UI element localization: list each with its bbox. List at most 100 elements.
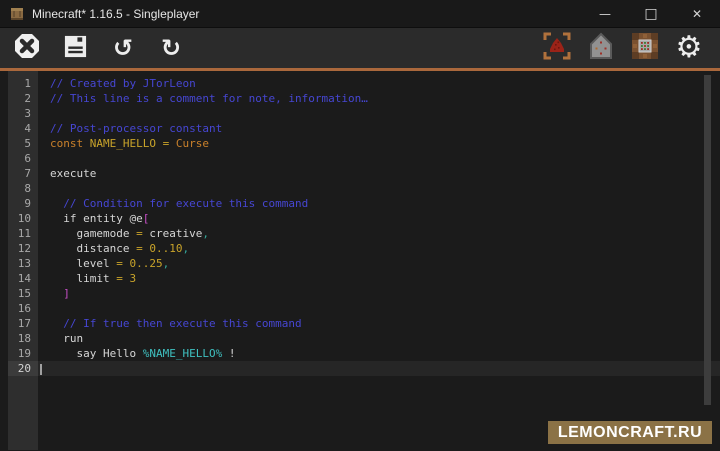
code-token-bracket: [ — [143, 212, 150, 225]
code-line[interactable] — [38, 151, 720, 166]
code-token-number: 0..25 — [129, 257, 162, 270]
line-number: 7 — [8, 166, 38, 181]
line-number: 2 — [8, 91, 38, 106]
code-token-plain — [156, 137, 163, 150]
code-line[interactable] — [38, 106, 720, 121]
line-number: 18 — [8, 331, 38, 346]
code-token-number: 3 — [129, 272, 136, 285]
code-token-operator: = — [116, 272, 123, 285]
save-button[interactable] — [60, 33, 90, 63]
code-token-plain: limit — [50, 272, 116, 285]
undo-button[interactable]: ↺ — [108, 33, 138, 63]
window-title: Minecraft* 1.16.5 - Singleplayer — [32, 7, 199, 21]
code-token-plain: creative — [143, 227, 203, 240]
code-line[interactable]: // This line is a comment for note, info… — [38, 91, 720, 106]
code-lines[interactable]: // Created by JTorLeon // This line is a … — [38, 71, 720, 450]
watermark: LEMONCRAFT.RU — [548, 421, 712, 444]
line-number: 14 — [8, 271, 38, 286]
code-token-plain: if entity @e — [50, 212, 143, 225]
code-token-plain — [50, 197, 63, 210]
code-line[interactable] — [38, 181, 720, 196]
code-token-operator: = — [116, 257, 123, 270]
code-line[interactable]: run — [38, 331, 720, 346]
redo-icon: ↻ — [161, 36, 181, 60]
line-number: 1 — [8, 76, 38, 91]
code-token-plain: say Hello — [50, 347, 143, 360]
code-token-variable: %NAME_HELLO% — [143, 347, 222, 360]
code-token-comment: // Condition for execute this command — [63, 197, 308, 210]
code-token-keyword: const — [50, 137, 90, 150]
undo-icon: ↺ — [113, 36, 133, 60]
line-number: 16 — [8, 301, 38, 316]
code-line[interactable]: distance = 0..10, — [38, 241, 720, 256]
code-line[interactable]: say Hello %NAME_HELLO% ! — [38, 346, 720, 361]
code-token-comment: // This line is a comment for note, info… — [50, 92, 368, 105]
code-line[interactable]: // Created by JTorLeon — [38, 76, 720, 91]
code-token-operator: = — [136, 242, 143, 255]
code-token-comma: , — [202, 227, 209, 240]
line-number: 20 — [8, 361, 38, 376]
home-button[interactable] — [586, 33, 616, 63]
line-number: 5 — [8, 136, 38, 151]
cancel-button[interactable] — [12, 33, 42, 63]
code-token-plain — [50, 287, 63, 300]
code-line[interactable]: limit = 3 — [38, 271, 720, 286]
gutter: 1234567891011121314151617181920 — [8, 71, 38, 450]
code-line[interactable]: // Condition for execute this command — [38, 196, 720, 211]
line-number: 17 — [8, 316, 38, 331]
line-number: 10 — [8, 211, 38, 226]
redstone-select-icon — [542, 31, 572, 65]
close-button[interactable]: ✕ — [674, 0, 720, 27]
window-controls: — □ ✕ — [582, 0, 720, 27]
code-line[interactable]: ] — [38, 286, 720, 301]
code-line[interactable]: level = 0..25, — [38, 256, 720, 271]
toolbar-left-group: ↺ ↻ — [12, 33, 186, 63]
code-line[interactable]: if entity @e[ — [38, 211, 720, 226]
redstone-select-button[interactable] — [542, 33, 572, 63]
code-token-plain: gamemode — [50, 227, 136, 240]
settings-button[interactable]: ⚙ — [674, 33, 704, 63]
code-token-plain: execute — [50, 167, 96, 180]
home-icon — [588, 31, 614, 65]
line-number: 4 — [8, 121, 38, 136]
code-token-number: 0..10 — [149, 242, 182, 255]
line-number: 12 — [8, 241, 38, 256]
code-line[interactable]: gamemode = creative, — [38, 226, 720, 241]
code-line[interactable] — [38, 301, 720, 316]
code-token-constant: NAME_HELLO — [90, 137, 156, 150]
minimize-button[interactable]: — — [582, 0, 628, 27]
line-number: 19 — [8, 346, 38, 361]
line-number: 9 — [8, 196, 38, 211]
crafting-grid-icon — [630, 31, 660, 65]
code-token-comma: , — [182, 242, 189, 255]
toolbar: ↺ ↻ — [0, 28, 720, 68]
code-line[interactable]: // If true then execute this command — [38, 316, 720, 331]
redo-button[interactable]: ↻ — [156, 33, 186, 63]
code-line[interactable] — [38, 361, 720, 376]
vertical-scrollbar-thumb[interactable] — [704, 75, 711, 405]
line-number: 8 — [8, 181, 38, 196]
watermark-text: LEMONCRAFT.RU — [558, 424, 702, 442]
code-token-comment: // Created by JTorLeon — [50, 77, 196, 90]
code-editor[interactable]: 1234567891011121314151617181920 // Creat… — [0, 71, 720, 450]
text-caret — [40, 364, 42, 375]
code-token-plain — [50, 317, 63, 330]
line-number: 11 — [8, 226, 38, 241]
code-line[interactable]: // Post-processor constant — [38, 121, 720, 136]
window-titlebar[interactable]: Minecraft* 1.16.5 - Singleplayer — □ ✕ — [0, 0, 720, 28]
code-token-plain: level — [50, 257, 116, 270]
code-token-string: Curse — [176, 137, 209, 150]
toolbar-right-group: ⚙ — [542, 33, 704, 63]
maximize-button[interactable]: □ — [628, 0, 674, 27]
code-token-plain: run — [50, 332, 83, 345]
crafting-grid-button[interactable] — [630, 33, 660, 63]
code-line[interactable]: const NAME_HELLO = Curse — [38, 136, 720, 151]
code-token-plain — [169, 137, 176, 150]
minecraft-block-icon — [10, 7, 24, 21]
settings-gear-icon: ⚙ — [676, 33, 703, 63]
line-number: 13 — [8, 256, 38, 271]
save-icon — [63, 34, 88, 63]
code-token-comma: , — [163, 257, 170, 270]
code-token-comment: // If true then execute this command — [63, 317, 301, 330]
code-line[interactable]: execute — [38, 166, 720, 181]
